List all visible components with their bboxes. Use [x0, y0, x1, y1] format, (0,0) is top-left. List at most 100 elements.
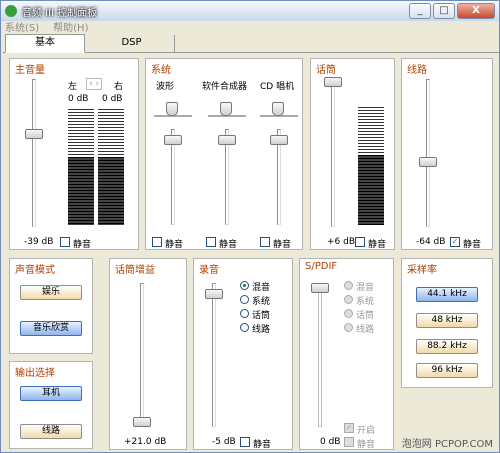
line-title: 线路 — [407, 65, 427, 76]
master-mute-checkbox[interactable] — [60, 237, 70, 247]
synth-mute-label: 静音 — [219, 240, 238, 250]
headphone-button[interactable]: 耳机 — [20, 386, 82, 401]
mic-gain-title: 话筒增益 — [115, 265, 155, 276]
synth-balance-thumb[interactable] — [220, 102, 232, 116]
spdif-on-label: 开启 — [357, 426, 376, 436]
left-label: 左 — [68, 82, 78, 92]
record-mic-radio[interactable] — [240, 309, 249, 318]
tab-strip: 基本 DSP — [3, 33, 499, 53]
cd-mute-checkbox[interactable] — [260, 237, 270, 247]
system-panel: 系统 波形 软件合成器 CD 唱机 静音 静音 静音 — [145, 58, 303, 250]
mic-title: 话筒 — [316, 65, 336, 76]
spdif-line-label: 线路 — [356, 325, 375, 335]
entertainment-button[interactable]: 娱乐 — [20, 285, 82, 300]
record-mix-radio[interactable] — [240, 281, 249, 290]
minimize-button[interactable]: _ — [409, 3, 431, 19]
menu-system[interactable]: 系统(S) — [5, 19, 39, 34]
rate-48-button[interactable]: 48 kHz — [416, 313, 478, 328]
spdif-slider-thumb — [311, 283, 329, 293]
menu-help[interactable]: 帮助(H) — [53, 19, 88, 34]
record-line-radio[interactable] — [240, 323, 249, 332]
wave-slider-thumb[interactable] — [164, 135, 182, 145]
spdif-db: 0 dB — [320, 437, 341, 447]
mic-gain-db: +21.0 dB — [124, 437, 167, 447]
close-button[interactable]: X — [457, 3, 495, 19]
right-level-meter-low — [98, 157, 124, 225]
app-icon — [5, 5, 17, 17]
mic-panel: 话筒 +6 dB 静音 — [310, 58, 395, 250]
line-slider-thumb[interactable] — [419, 157, 437, 167]
spdif-mute-label: 静音 — [357, 440, 376, 450]
output-title: 输出选择 — [15, 368, 55, 379]
rate-44-1-button[interactable]: 44.1 kHz — [416, 287, 478, 302]
spdif-mix-radio — [344, 281, 353, 290]
left-db: 0 dB — [68, 94, 89, 104]
spdif-system-radio — [344, 295, 353, 304]
tab-basic[interactable]: 基本 — [5, 34, 85, 53]
spdif-mix-label: 混音 — [356, 283, 375, 293]
wave-label: 波形 — [156, 82, 175, 92]
balance-arrows[interactable]: ‹ › — [86, 78, 103, 90]
mic-slider-track[interactable] — [331, 79, 335, 227]
music-button[interactable]: 音乐欣赏 — [20, 321, 82, 336]
line-out-button[interactable]: 线路 — [20, 424, 82, 439]
record-line-label: 线路 — [252, 325, 271, 335]
spdif-mic-label: 话筒 — [356, 311, 375, 321]
right-db: 0 dB — [102, 94, 123, 104]
rate-96-button[interactable]: 96 kHz — [416, 363, 478, 378]
mic-slider-thumb[interactable] — [324, 77, 342, 87]
record-system-label: 系统 — [252, 297, 271, 307]
cd-mute-label: 静音 — [273, 240, 292, 250]
spdif-mute-checkbox — [344, 437, 354, 447]
title-bar: 音频 III 控制面板 _ □ X — [1, 1, 499, 21]
mic-gain-thumb[interactable] — [133, 417, 151, 427]
cd-balance-thumb[interactable] — [272, 102, 284, 116]
output-panel: 输出选择 耳机 线路 — [9, 361, 93, 449]
record-panel: 录音 混音 系统 话筒 线路 -5 dB 静音 — [193, 258, 293, 450]
synth-slider-thumb[interactable] — [218, 135, 236, 145]
tab-dsp[interactable]: DSP — [89, 35, 175, 52]
mic-mute-checkbox[interactable] — [355, 237, 365, 247]
master-volume-panel: 主音量 左 ‹ › 右 0 dB 0 dB -39 dB 静音 — [9, 58, 139, 250]
wave-balance-thumb[interactable] — [166, 102, 178, 116]
watermark: 泡泡网 PCPOP.COM — [401, 439, 493, 450]
line-slider-track[interactable] — [426, 79, 430, 227]
record-slider-thumb[interactable] — [205, 289, 223, 299]
mic-gain-panel: 话筒增益 +21.0 dB — [109, 258, 187, 450]
record-system-radio[interactable] — [240, 295, 249, 304]
spdif-on-checkbox: ✓ — [344, 423, 354, 433]
mic-db: +6 dB — [327, 237, 356, 247]
line-mute-checkbox[interactable]: ✓ — [450, 237, 460, 247]
synth-mute-checkbox[interactable] — [206, 237, 216, 247]
right-label: 右 — [114, 82, 124, 92]
master-mute-label: 静音 — [73, 240, 92, 250]
master-slider-track[interactable] — [32, 79, 36, 227]
wave-mute-checkbox[interactable] — [152, 237, 162, 247]
maximize-button[interactable]: □ — [433, 3, 455, 19]
line-mute-label: 静音 — [463, 240, 482, 250]
spdif-slider-track — [318, 283, 322, 427]
window-title: 音频 III 控制面板 — [22, 7, 98, 19]
master-db: -39 dB — [24, 237, 54, 247]
sample-rate-panel: 采样率 44.1 kHz 48 kHz 88.2 kHz 96 kHz — [401, 258, 493, 388]
master-slider-thumb[interactable] — [25, 129, 43, 139]
master-title: 主音量 — [15, 65, 45, 76]
cd-slider-thumb[interactable] — [270, 135, 288, 145]
record-slider-track[interactable] — [212, 283, 216, 427]
line-panel: 线路 -64 dB ✓ 静音 — [401, 58, 493, 250]
system-title: 系统 — [151, 65, 171, 76]
spdif-line-radio — [344, 323, 353, 332]
synth-label: 软件合成器 — [202, 82, 248, 92]
spdif-system-label: 系统 — [356, 297, 375, 307]
mixer-window: 音频 III 控制面板 _ □ X 系统(S) 帮助(H) 基本 DSP 主音量… — [0, 0, 500, 453]
record-db: -5 dB — [212, 437, 236, 447]
record-mute-checkbox[interactable] — [240, 437, 250, 447]
menu-bar: 系统(S) 帮助(H) — [5, 19, 88, 34]
rate-88-2-button[interactable]: 88.2 kHz — [416, 339, 478, 354]
record-mic-label: 话筒 — [252, 311, 271, 321]
spdif-panel: S/PDIF 混音 系统 话筒 线路 ✓ 开启 0 dB 静音 — [299, 258, 394, 450]
mic-gain-track[interactable] — [140, 283, 144, 427]
spdif-mic-radio — [344, 309, 353, 318]
left-level-meter-low — [68, 157, 94, 225]
mic-level-meter-low — [358, 155, 384, 225]
